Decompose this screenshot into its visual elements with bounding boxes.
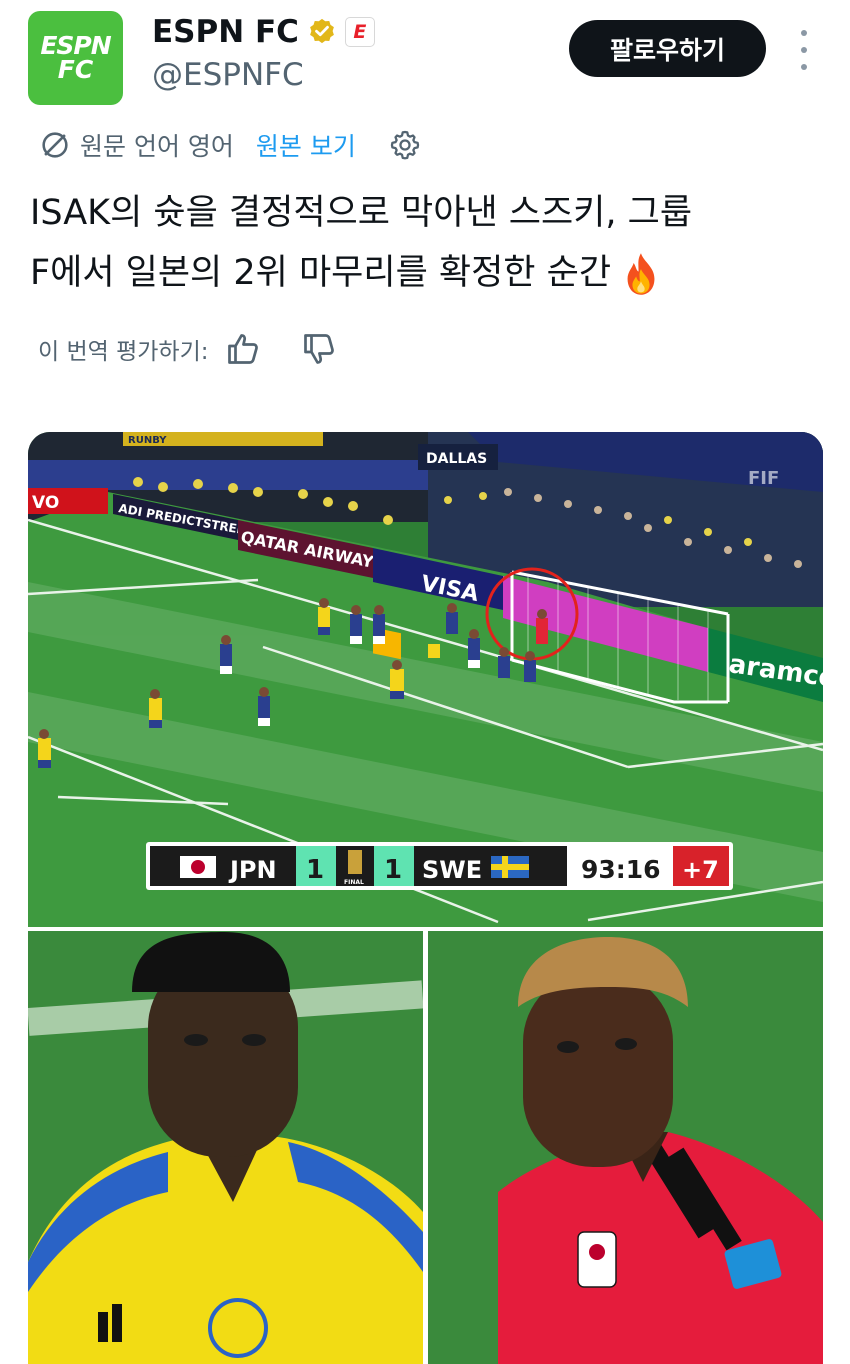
account-avatar[interactable]: ESPN FC bbox=[28, 11, 123, 105]
translate-icon bbox=[42, 132, 68, 158]
verified-badge-icon bbox=[310, 18, 334, 44]
home-team: JPN bbox=[228, 856, 277, 884]
rate-translation-label: 이 번역 평가하기: bbox=[38, 339, 209, 365]
media-illustration: RUNBY DALLAS FIF VO ADI PREDICTSTREET QA… bbox=[28, 432, 823, 1364]
banner-left-text: RUNBY bbox=[128, 435, 167, 446]
fire-emoji-icon bbox=[627, 253, 655, 295]
banner-dallas-text: DALLAS bbox=[426, 451, 487, 467]
source-language-note: 원문 언어 영어 bbox=[80, 132, 234, 161]
isak-photo[interactable] bbox=[28, 931, 424, 1364]
away-score: 1 bbox=[384, 855, 402, 885]
rate-translation-bar: 이 번역 평가하기: bbox=[38, 326, 337, 372]
thumbs-up-icon[interactable] bbox=[225, 331, 261, 367]
view-original-link[interactable]: 원본 보기 bbox=[256, 127, 356, 163]
tweet-header: ESPN FC ESPN FC E @ESPNFC 팔로우하기 bbox=[0, 0, 850, 120]
away-team: SWE bbox=[422, 856, 482, 884]
match-clock: 93:16 bbox=[581, 855, 661, 884]
follow-button[interactable]: 팔로우하기 bbox=[569, 20, 766, 77]
display-name[interactable]: ESPN FC bbox=[152, 14, 299, 50]
thumbs-down-icon[interactable] bbox=[301, 331, 337, 367]
scoreboard: JPN 1 FINAL 1 SWE 93:16 +7 bbox=[146, 842, 733, 890]
name-row: ESPN FC E bbox=[152, 14, 375, 50]
banner-fifa-text: FIF bbox=[748, 468, 779, 489]
tweet-text: ISAK의 슛을 결정적으로 막아낸 스즈키, 그룹 F에서 일본의 2위 마무… bbox=[30, 183, 820, 303]
tweet-text-line1: ISAK의 슛을 결정적으로 막아낸 스즈키, 그룹 bbox=[30, 193, 693, 233]
trophy-label: FINAL bbox=[344, 879, 364, 886]
translation-bar: 원문 언어 영어 원본 보기 bbox=[38, 125, 422, 165]
avatar-logo-line2: FC bbox=[57, 55, 94, 84]
tweet-text-line2: F에서 일본의 2위 마무리를 확정한 순간 bbox=[30, 253, 612, 293]
tweet-media-collage[interactable]: RUNBY DALLAS FIF VO ADI PREDICTSTREET QA… bbox=[28, 432, 823, 1364]
board-vo-text: VO bbox=[32, 493, 59, 513]
more-options-icon[interactable] bbox=[790, 30, 818, 70]
affiliate-badge-icon: E bbox=[344, 17, 375, 47]
added-time: +7 bbox=[682, 856, 719, 884]
account-handle[interactable]: @ESPNFC bbox=[152, 57, 304, 93]
home-score: 1 bbox=[306, 855, 324, 885]
tweet-text-line2-row: F에서 일본의 2위 마무리를 확정한 순간 bbox=[30, 243, 820, 303]
match-photo[interactable]: RUNBY DALLAS FIF VO ADI PREDICTSTREET QA… bbox=[28, 432, 823, 927]
suzuki-photo[interactable] bbox=[428, 931, 823, 1364]
gear-icon[interactable] bbox=[388, 128, 422, 162]
